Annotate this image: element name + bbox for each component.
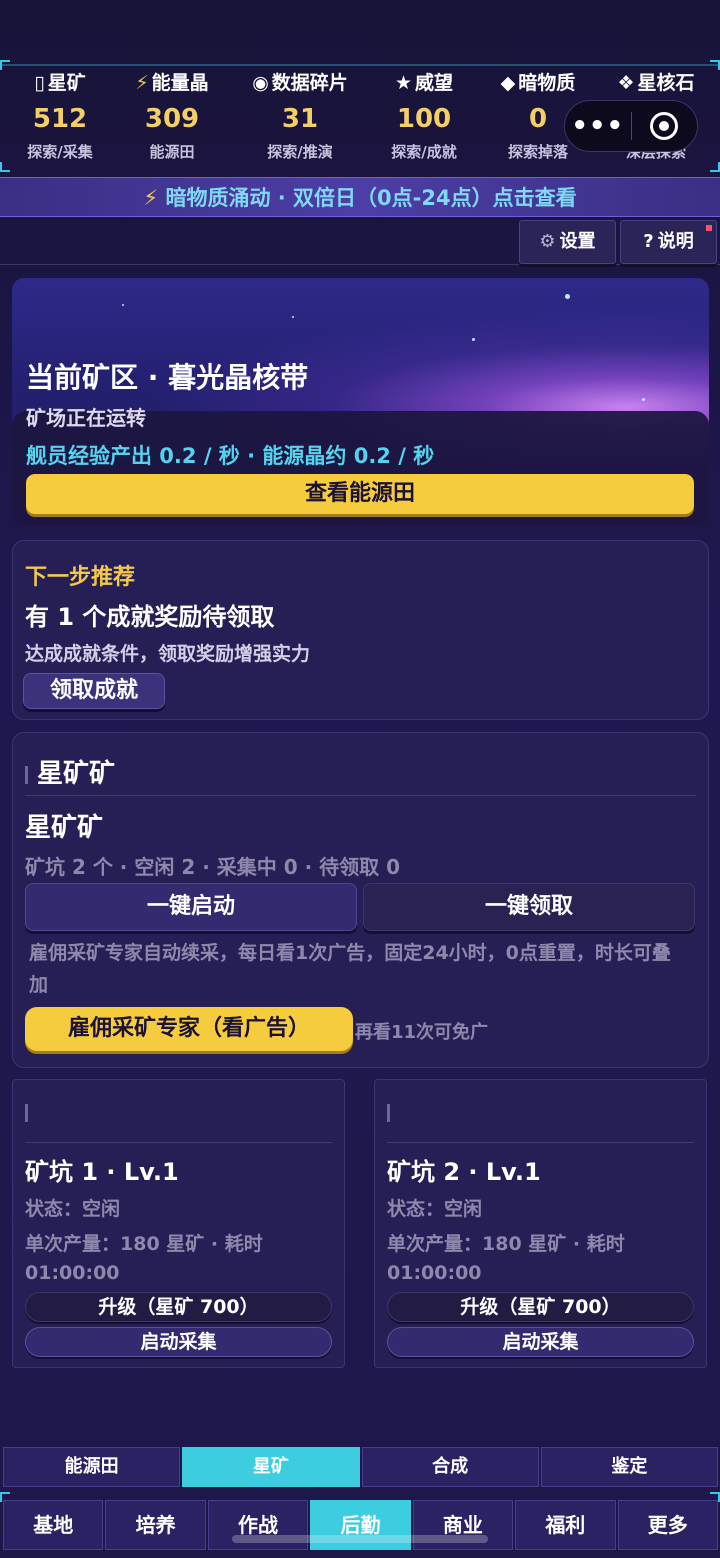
star-decoration xyxy=(122,304,124,306)
section-title: 星矿矿 xyxy=(37,759,116,789)
start-all-button[interactable]: 一键启动 xyxy=(25,883,357,931)
pit-production: 单次产量：180 星矿 · 耗时 01:00:00 xyxy=(387,1233,625,1284)
resource-name: ▯ 星矿 xyxy=(0,68,120,98)
crystal-icon: ▯ xyxy=(34,72,45,94)
notification-dot xyxy=(706,225,712,231)
mine-title: 星矿矿 xyxy=(25,813,104,843)
home-indicator[interactable] xyxy=(232,1535,488,1543)
resource-label: 星矿 xyxy=(47,72,86,94)
mine-stats: 矿坑 2 个 · 空闲 2 · 采集中 0 · 待领取 0 xyxy=(25,855,401,879)
subtab-appraisal[interactable]: 鉴定 xyxy=(540,1447,718,1487)
hire-expert-note: 雇佣采矿专家自动续采，每日看1次广告，固定24小时，0点重置，时长可叠加 xyxy=(29,942,671,996)
mine-pit-card: 矿坑 1 · Lv.1 状态：空闲 单次产量：180 星矿 · 耗时 01:00… xyxy=(12,1079,345,1368)
subtab-synthesis[interactable]: 合成 xyxy=(361,1447,539,1487)
resource-name: ◆ 暗物质 xyxy=(478,68,598,98)
hire-expert-button[interactable]: 雇佣采矿专家（看广告） xyxy=(25,1007,353,1051)
tab-more[interactable]: 更多 xyxy=(617,1500,718,1550)
mining-status: 矿场正在运转 xyxy=(26,406,146,430)
more-menu-button[interactable]: ••• xyxy=(565,100,631,152)
mining-area-title: 当前矿区 · 暮光晶核带 xyxy=(26,361,309,394)
settings-label: 设置 xyxy=(559,231,596,252)
start-mining-button[interactable]: 启动采集 xyxy=(25,1327,332,1357)
resource-label: 威望 xyxy=(415,72,454,94)
app-root: ▯ 星矿 512 探索/采集 ⚡ 能量晶 309 能源田 ◉ 数据碎片 31 探索/推… xyxy=(0,0,720,1558)
pit-status: 状态：空闲 xyxy=(25,1198,121,1220)
resource-source: 探索/成就 xyxy=(391,143,457,161)
resource-value: 512 xyxy=(32,104,88,134)
divider xyxy=(25,1142,332,1143)
section-bar xyxy=(387,1104,390,1122)
resource-item-prestige[interactable]: ★ 威望 100 探索/成就 xyxy=(364,66,484,164)
divider xyxy=(387,1142,694,1143)
close-miniprogram-button[interactable] xyxy=(632,112,698,140)
settings-button[interactable]: ⚙ 设置 xyxy=(519,220,616,264)
tab-training[interactable]: 培养 xyxy=(105,1500,206,1550)
section-header: 星矿矿 xyxy=(25,753,115,790)
tab-base[interactable]: 基地 xyxy=(3,1500,104,1550)
view-energy-field-button[interactable]: 查看能源田 xyxy=(26,474,694,514)
resource-value: 309 xyxy=(144,104,200,134)
claim-achievement-button[interactable]: 领取成就 xyxy=(23,673,165,709)
upgrade-button[interactable]: 升级（星矿 700） xyxy=(387,1292,694,1322)
next-step-tag: 下一步推荐 xyxy=(25,565,136,590)
resource-label: 能量晶 xyxy=(151,72,209,94)
resource-name: ⚡ 能量晶 xyxy=(112,68,232,98)
toolbar: ⚙ 设置 ? 说明 xyxy=(0,217,720,265)
subtab-energy-field[interactable]: 能源田 xyxy=(3,1447,181,1487)
next-step-card: 下一步推荐 有 1 个成就奖励待领取 达成成就条件，领取奖励增强实力 领取成就 xyxy=(12,540,709,720)
gear-icon: ⚙ xyxy=(539,231,556,252)
pit-title: 矿坑 1 · Lv.1 xyxy=(25,1158,179,1186)
mining-area-card: 当前矿区 · 暮光晶核带 矿场正在运转 舰员经验产出 0.2 / 秒 · 能源晶… xyxy=(12,278,709,526)
resource-item-energy[interactable]: ⚡ 能量晶 309 能源田 xyxy=(112,66,232,164)
pit-production: 单次产量：180 星矿 · 耗时 01:00:00 xyxy=(25,1233,263,1284)
event-banner[interactable]: ⚡ 暗物质涌动 · 双倍日（0点-24点）点击查看 xyxy=(0,177,720,217)
start-mining-button[interactable]: 启动采集 xyxy=(387,1327,694,1357)
sub-tab-bar: 能源田 星矿 合成 鉴定 xyxy=(3,1447,718,1487)
resource-name: ❖ 星核石 xyxy=(596,68,716,98)
next-step-title: 有 1 个成就奖励待领取 xyxy=(25,603,275,631)
star-decoration xyxy=(292,316,294,318)
resource-item-starore[interactable]: ▯ 星矿 512 探索/采集 xyxy=(0,66,120,164)
section-bar xyxy=(25,1104,28,1122)
lightning-icon: ⚡ xyxy=(135,72,149,94)
section-bar xyxy=(25,765,28,784)
star-decoration xyxy=(565,294,570,299)
resource-value: 31 xyxy=(281,104,319,134)
help-button[interactable]: ? 说明 xyxy=(620,220,717,264)
resource-source: 探索/推演 xyxy=(267,143,333,161)
help-label: 说明 xyxy=(657,231,694,252)
resource-source: 探索/采集 xyxy=(27,143,93,161)
question-icon: ? xyxy=(643,231,654,252)
divider xyxy=(25,795,696,796)
resource-name: ◉ 数据碎片 xyxy=(240,68,360,98)
star-icon: ★ xyxy=(394,72,413,94)
pit-status: 状态：空闲 xyxy=(387,1198,483,1220)
target-icon: ◉ xyxy=(252,72,269,94)
tab-welfare[interactable]: 福利 xyxy=(515,1500,616,1550)
pit-title: 矿坑 2 · Lv.1 xyxy=(387,1158,541,1186)
star-mine-section: 星矿矿 星矿矿 矿坑 2 个 · 空闲 2 · 采集中 0 · 待领取 0 一键… xyxy=(12,732,709,1068)
resource-item-data-shards[interactable]: ◉ 数据碎片 31 探索/推演 xyxy=(240,66,360,164)
production-rate: 舰员经验产出 0.2 / 秒 · 能源晶约 0.2 / 秒 xyxy=(26,444,435,468)
resource-name: ★ 威望 xyxy=(364,68,484,98)
target-icon xyxy=(650,112,679,140)
next-step-description: 达成成就条件，领取奖励增强实力 xyxy=(25,643,311,665)
collect-all-button[interactable]: 一键领取 xyxy=(363,883,695,931)
lightning-icon: ⚡ xyxy=(143,186,159,210)
resource-label: 暗物质 xyxy=(518,72,576,94)
event-banner-text: 暗物质涌动 · 双倍日（0点-24点）点击查看 xyxy=(165,186,577,210)
resource-label: 星核石 xyxy=(637,72,695,94)
four-diamonds-icon: ❖ xyxy=(617,72,635,94)
star-decoration xyxy=(642,398,645,401)
ad-free-note: 再看11次可免广 xyxy=(355,1022,489,1043)
resource-source: 能源田 xyxy=(149,143,195,161)
subtab-star-mine[interactable]: 星矿 xyxy=(182,1447,360,1487)
resource-label: 数据碎片 xyxy=(271,72,348,94)
mine-pit-card: 矿坑 2 · Lv.1 状态：空闲 单次产量：180 星矿 · 耗时 01:00… xyxy=(374,1079,707,1368)
miniprogram-capsule: ••• xyxy=(564,100,698,152)
star-decoration xyxy=(472,338,475,341)
diamond-icon: ◆ xyxy=(500,72,516,94)
resource-value: 100 xyxy=(396,104,452,134)
upgrade-button[interactable]: 升级（星矿 700） xyxy=(25,1292,332,1322)
